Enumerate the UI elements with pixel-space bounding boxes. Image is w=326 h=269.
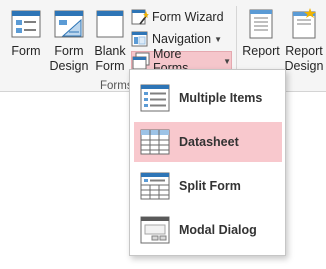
navigation-label: Navigation: [152, 32, 212, 46]
form-design-icon: [54, 10, 84, 38]
more-forms-button[interactable]: More Forms ▼: [131, 47, 232, 75]
datasheet-icon: [140, 129, 170, 155]
blank-form-icon: [96, 10, 124, 38]
form-wizard-button[interactable]: Form Wizard: [131, 7, 231, 27]
form-design-button[interactable]: Form Design: [48, 6, 90, 80]
chevron-down-icon: ▼: [223, 56, 231, 66]
form-design-label: Form Design: [49, 44, 89, 73]
navigation-icon: [131, 31, 148, 47]
menu-item-split-form[interactable]: Split Form: [134, 166, 282, 206]
navigation-button[interactable]: Navigation ▼: [131, 29, 231, 49]
menu-item-modal-dialog[interactable]: Modal Dialog: [134, 210, 282, 250]
form-wizard-icon: [131, 9, 149, 25]
chevron-down-icon: ▼: [214, 34, 222, 44]
blank-form-label: Blank Form: [94, 44, 126, 73]
report-design-button[interactable]: Report Design: [282, 6, 326, 80]
multiple-items-icon: [140, 84, 170, 112]
menu-item-datasheet[interactable]: Datasheet: [134, 122, 282, 162]
blank-form-button[interactable]: Blank Form: [92, 6, 128, 80]
form-wizard-label: Form Wizard: [152, 10, 224, 24]
more-forms-icon: [132, 52, 150, 70]
more-forms-menu: Multiple Items Datasheet Split Form Moda…: [129, 69, 286, 256]
menu-item-multiple-items[interactable]: Multiple Items: [134, 78, 282, 118]
menu-item-label: Datasheet: [179, 135, 239, 149]
menu-item-label: Split Form: [179, 179, 241, 193]
report-design-icon: [292, 8, 316, 39]
report-design-label: Report Design: [284, 44, 324, 73]
menu-item-label: Modal Dialog: [179, 223, 257, 237]
form-icon: [11, 10, 41, 38]
form-button[interactable]: Form: [6, 6, 46, 80]
form-label: Form: [11, 44, 41, 58]
forms-group-label: Forms: [100, 80, 133, 92]
report-label: Report: [242, 44, 280, 58]
report-icon: [249, 9, 273, 39]
split-form-icon: [140, 172, 170, 200]
menu-item-label: Multiple Items: [179, 91, 263, 105]
modal-dialog-icon: [140, 216, 170, 244]
